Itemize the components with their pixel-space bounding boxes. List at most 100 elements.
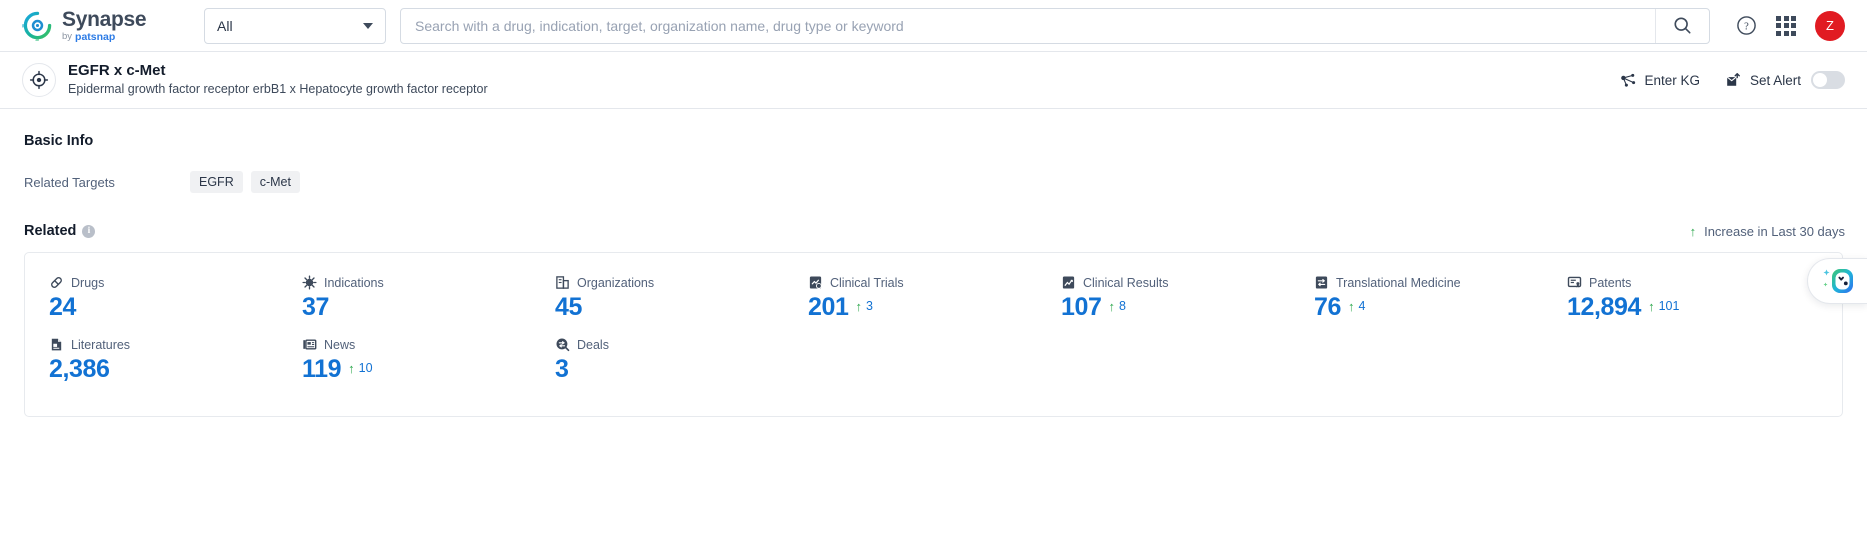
search-input[interactable] [401, 17, 1655, 34]
metric-label: Translational Medicine [1336, 275, 1461, 290]
arrow-up-icon: ↑ [1648, 298, 1655, 314]
metric-delta-value: 10 [358, 361, 373, 376]
literature-icon [49, 337, 64, 352]
metric-label: Indications [324, 275, 384, 290]
target-chip[interactable]: EGFR [190, 171, 243, 193]
metrics-grid-spacer [808, 337, 1061, 385]
enter-kg-label: Enter KG [1644, 72, 1700, 88]
metric-delta: ↑ 4 [1348, 299, 1365, 313]
metric-label: Clinical Results [1083, 275, 1169, 290]
metric-label: News [324, 337, 356, 352]
logo-brand: patsnap [75, 30, 116, 43]
help-button[interactable]: ? [1736, 15, 1757, 36]
info-icon[interactable]: i [82, 224, 96, 238]
metric-value: 3 [555, 355, 569, 384]
metric-value: 45 [555, 293, 583, 321]
top-navigation-bar: Synapse by patsnap All ? Z [0, 0, 1867, 52]
metric-label: Drugs [71, 275, 105, 290]
metric-delta-value: 4 [1358, 299, 1366, 313]
logo-wordmark: Synapse [62, 7, 147, 31]
metric-translational-medicine[interactable]: Translational Medicine 76 ↑ 4 [1314, 275, 1567, 323]
set-alert-toggle[interactable] [1811, 71, 1845, 89]
entity-actions: Enter KG Set Alert [1620, 71, 1845, 89]
search-button[interactable] [1655, 8, 1709, 43]
metric-deals[interactable]: Deals 3 [555, 337, 808, 385]
entity-subtitle: Epidermal growth factor receptor erbB1 x… [68, 82, 488, 97]
app-launcher-button[interactable] [1776, 15, 1796, 36]
related-section-header: Related i ↑ Increase in Last 30 days [24, 223, 1845, 239]
search-scope-select[interactable]: All [204, 7, 386, 44]
metric-organizations[interactable]: Organizations 45 [555, 275, 808, 323]
related-metrics-card: Drugs 24 Indications 37 Organizations 45… [24, 252, 1843, 417]
arrow-up-icon: ↑ [1348, 298, 1355, 314]
top-bar-actions: ? Z [1736, 10, 1845, 41]
enter-kg-button[interactable]: Enter KG [1620, 72, 1700, 89]
arrow-up-icon: ↑ [855, 298, 863, 314]
related-title: Related [24, 223, 77, 239]
metric-label: Clinical Trials [830, 275, 904, 290]
related-targets-row: Related Targets EGFR c-Met [24, 171, 1845, 193]
set-alert-control[interactable]: Set Alert [1726, 71, 1845, 89]
virus-icon [302, 275, 317, 290]
metric-clinical-trials[interactable]: Clinical Trials 201 ↑ 3 [808, 275, 1061, 323]
main-content: Basic Info Related Targets EGFR c-Met Re… [0, 109, 1867, 417]
logo-byline: by patsnap [62, 32, 146, 43]
deal-icon [555, 337, 570, 352]
increase-legend: ↑ Increase in Last 30 days [1690, 224, 1845, 239]
patent-icon [1567, 275, 1582, 290]
grid-apps-icon [1776, 15, 1796, 36]
ai-assistant-icon [1823, 269, 1853, 293]
metric-label: Patents [1589, 275, 1632, 290]
organization-icon [555, 275, 570, 290]
metric-delta: ↑ 10 [348, 361, 372, 375]
arrow-up-icon: ↑ [348, 360, 355, 376]
metric-delta-value: 3 [866, 299, 873, 313]
svg-text:?: ? [1744, 22, 1749, 33]
basic-info-title: Basic Info [24, 133, 94, 149]
arrow-up-icon: ↑ [1108, 298, 1116, 314]
metric-indications[interactable]: Indications 37 [302, 275, 555, 323]
alert-mail-icon [1726, 73, 1740, 86]
metric-label: Literatures [71, 337, 131, 352]
metrics-grid-spacer [1314, 337, 1567, 385]
set-alert-label: Set Alert [1749, 72, 1801, 88]
metric-label: Deals [577, 337, 609, 352]
knowledge-graph-icon [1621, 73, 1636, 87]
synapse-logo[interactable]: Synapse by patsnap [11, 7, 190, 52]
metric-literatures[interactable]: Literatures 2,386 [49, 337, 302, 385]
ai-assistant-button[interactable] [1807, 258, 1867, 304]
metric-drugs[interactable]: Drugs 24 [49, 275, 302, 323]
metric-clinical-results[interactable]: Clinical Results 107 ↑ 8 [1061, 275, 1314, 323]
related-targets-chips: EGFR c-Met [190, 171, 300, 193]
metric-value: 201 [808, 293, 849, 321]
metric-delta: ↑ 3 [856, 299, 873, 313]
metric-value: 24 [49, 293, 77, 321]
user-avatar[interactable]: Z [1815, 10, 1845, 41]
clinical-trial-icon [808, 275, 823, 290]
clinical-result-icon [1061, 275, 1076, 290]
metric-value: 2,386 [49, 355, 110, 384]
metric-label: Organizations [577, 275, 655, 290]
synapse-logo-icon [11, 10, 53, 52]
metric-delta: ↑ 8 [1109, 299, 1126, 313]
metric-patents[interactable]: Patents 12,894 ↑ 101 [1567, 275, 1820, 323]
metric-value: 119 [302, 355, 342, 384]
news-icon [302, 337, 317, 352]
help-circle-icon: ? [1737, 16, 1756, 35]
target-entity-icon [22, 63, 56, 97]
metrics-grid-spacer [1061, 337, 1314, 385]
metric-value: 12,894 [1567, 293, 1642, 321]
logo-byline-prefix: by [62, 31, 73, 43]
metrics-grid: Drugs 24 Indications 37 Organizations 45… [25, 275, 1842, 386]
related-targets-label: Related Targets [24, 174, 115, 190]
metric-delta-value: 8 [1119, 299, 1126, 313]
metric-value: 107 [1061, 293, 1102, 321]
metric-value: 76 [1314, 293, 1342, 321]
search-scope-value: All [217, 17, 233, 34]
translational-medicine-icon [1314, 275, 1329, 290]
metrics-grid-spacer [1567, 337, 1820, 385]
chevron-down-icon [363, 22, 373, 29]
metric-news[interactable]: News 119 ↑ 10 [302, 337, 555, 385]
pill-icon [49, 275, 64, 290]
target-chip[interactable]: c-Met [250, 171, 300, 193]
